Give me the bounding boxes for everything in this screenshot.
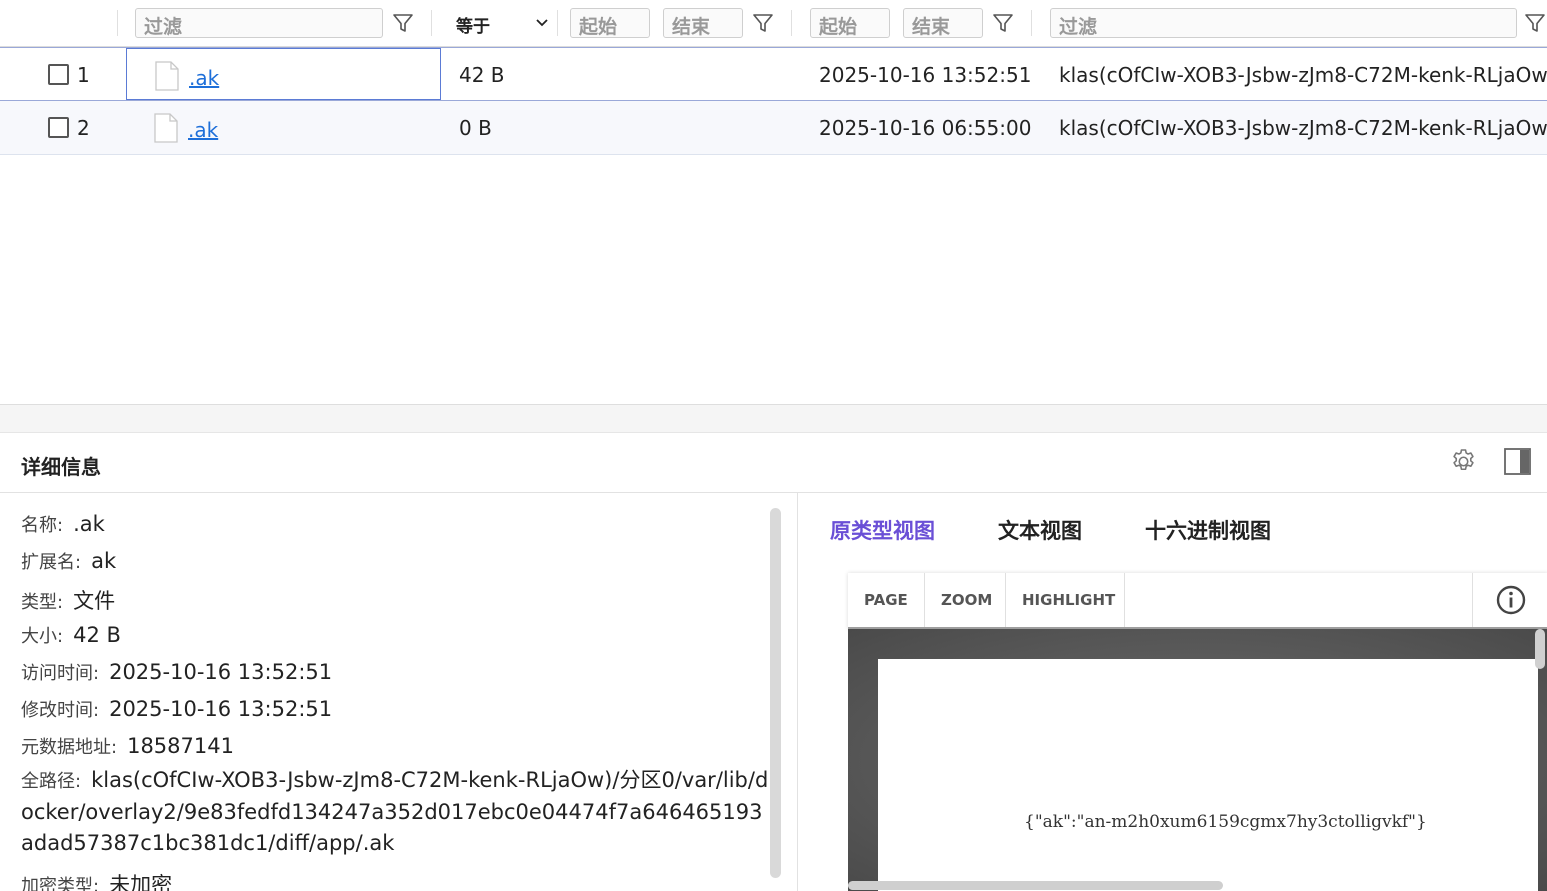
property-extension: 扩展名: ak bbox=[21, 548, 116, 574]
zoom-button[interactable]: ZOOM bbox=[925, 573, 1006, 627]
table-row[interactable]: 2 .ak 0 B 2025-10-16 06:55:00 klas(cOfCI… bbox=[0, 101, 1547, 155]
property-label: 修改时间: bbox=[21, 700, 100, 721]
tab-text-view[interactable]: 文本视图 bbox=[998, 515, 1082, 545]
highlight-button[interactable]: HIGHLIGHT bbox=[1006, 573, 1125, 627]
size-filter-icon[interactable] bbox=[751, 11, 775, 35]
viewer-toolbar: PAGE ZOOM HIGHLIGHT bbox=[848, 573, 1547, 629]
property-value: .ak bbox=[73, 512, 105, 536]
viewer-horizontal-scrollbar[interactable] bbox=[848, 881, 1223, 890]
row-number: 2 bbox=[77, 116, 90, 140]
property-type: 类型: 文件 bbox=[21, 585, 115, 615]
name-filter-placeholder: 过滤 bbox=[144, 16, 183, 38]
document-page: {"ak":"an-m2h0xum6159cgmx7hy3ctolligvkf"… bbox=[878, 659, 1538, 891]
property-label: 访问时间: bbox=[21, 663, 100, 684]
details-scrollbar[interactable] bbox=[770, 508, 781, 878]
property-label: 加密类型: bbox=[21, 876, 100, 891]
size-cell: 42 B bbox=[459, 63, 505, 87]
name-filter-input[interactable]: 过滤 bbox=[135, 8, 383, 38]
property-value: 2025-10-16 13:52:51 bbox=[109, 697, 333, 721]
filter-row: 过滤 等于 起始 结束 起始 结束 过滤 bbox=[0, 0, 1547, 47]
time-end-input[interactable]: 结束 bbox=[903, 8, 983, 38]
property-label: 名称: bbox=[21, 515, 64, 536]
size-start-placeholder: 起始 bbox=[579, 16, 618, 38]
file-name-link[interactable]: .ak bbox=[188, 118, 218, 142]
size-operator-value: 等于 bbox=[456, 17, 490, 37]
name-cell[interactable]: .ak bbox=[126, 48, 441, 100]
property-label: 类型: bbox=[21, 592, 64, 613]
property-value: 18587141 bbox=[127, 734, 234, 758]
property-label: 扩展名: bbox=[21, 552, 82, 573]
property-metadata-address: 元数据地址: 18587141 bbox=[21, 733, 234, 759]
column-separator bbox=[431, 10, 432, 36]
property-encryption: 加密类型: 未加密 bbox=[21, 869, 172, 891]
panel-toggle-icon[interactable] bbox=[1503, 447, 1532, 476]
size-cell: 0 B bbox=[459, 116, 492, 140]
file-icon bbox=[155, 61, 179, 91]
name-cell[interactable]: .ak bbox=[126, 101, 441, 153]
time-cell: 2025-10-16 13:52:51 bbox=[819, 63, 1032, 87]
time-end-placeholder: 结束 bbox=[912, 16, 951, 38]
file-icon bbox=[154, 113, 178, 143]
row-checkbox[interactable] bbox=[48, 64, 69, 85]
details-header: 详细信息 bbox=[0, 433, 1547, 493]
path-cell: klas(cOfCIw-XOB3-Jsbw-zJm8-C72M-kenk-RLj… bbox=[1059, 116, 1547, 140]
property-modify-time: 修改时间: 2025-10-16 13:52:51 bbox=[21, 696, 332, 722]
property-name: 名称: .ak bbox=[21, 511, 105, 537]
property-value: klas(cOfCIw-XOB3-Jsbw-zJm8-C72M-kenk-RLj… bbox=[21, 768, 769, 855]
page-button[interactable]: PAGE bbox=[848, 573, 925, 627]
chevron-down-icon bbox=[534, 14, 550, 30]
property-value: 文件 bbox=[73, 589, 116, 613]
document-viewer: PAGE ZOOM HIGHLIGHT {"ak":"an-m2h0xum615… bbox=[848, 573, 1547, 891]
size-end-input[interactable]: 结束 bbox=[663, 8, 743, 38]
column-separator bbox=[117, 10, 118, 36]
path-filter-icon[interactable] bbox=[1523, 11, 1547, 35]
size-end-placeholder: 结束 bbox=[672, 16, 711, 38]
property-value: ak bbox=[91, 549, 117, 573]
size-start-input[interactable]: 起始 bbox=[570, 8, 650, 38]
time-start-placeholder: 起始 bbox=[819, 16, 858, 38]
property-value: 42 B bbox=[73, 623, 121, 647]
column-separator bbox=[557, 10, 558, 36]
info-icon[interactable] bbox=[1472, 573, 1547, 627]
zoom-button-label: ZOOM bbox=[941, 591, 993, 609]
tab-hex-view[interactable]: 十六进制视图 bbox=[1145, 515, 1271, 545]
property-value: 2025-10-16 13:52:51 bbox=[109, 660, 333, 684]
document-text: {"ak":"an-m2h0xum6159cgmx7hy3ctolligvkf"… bbox=[1024, 812, 1427, 832]
panel-splitter[interactable] bbox=[0, 404, 1547, 433]
time-start-input[interactable]: 起始 bbox=[810, 8, 890, 38]
property-size: 大小: 42 B bbox=[21, 622, 121, 648]
row-checkbox[interactable] bbox=[48, 117, 69, 138]
size-operator-select[interactable]: 等于 bbox=[446, 8, 554, 38]
property-label: 全路径: bbox=[21, 771, 82, 792]
file-name-link[interactable]: .ak bbox=[189, 66, 219, 90]
path-cell: klas(cOfCIw-XOB3-Jsbw-zJm8-C72M-kenk-RLj… bbox=[1059, 63, 1547, 87]
property-label: 元数据地址: bbox=[21, 737, 118, 758]
details-title: 详细信息 bbox=[21, 455, 101, 479]
highlight-button-label: HIGHLIGHT bbox=[1022, 591, 1116, 609]
details-properties: 名称: .ak 扩展名: ak 类型: 文件 大小: 42 B 访问时间: 2025-10… bbox=[0, 493, 798, 891]
gear-icon[interactable] bbox=[1449, 447, 1478, 476]
table-row[interactable]: 1 .ak 42 B 2025-10-16 13:52:51 klas(cOfC… bbox=[0, 47, 1547, 101]
time-cell: 2025-10-16 06:55:00 bbox=[819, 116, 1032, 140]
name-filter-icon[interactable] bbox=[391, 11, 415, 35]
path-filter-input[interactable]: 过滤 bbox=[1050, 8, 1517, 38]
tab-native-view[interactable]: 原类型视图 bbox=[830, 515, 935, 545]
property-value: 未加密 bbox=[109, 873, 173, 891]
column-separator bbox=[791, 10, 792, 36]
preview-panel: 原类型视图 文本视图 十六进制视图 PAGE ZOOM HIGHLIGHT {"… bbox=[799, 493, 1547, 891]
viewer-vertical-scrollbar[interactable] bbox=[1535, 629, 1545, 669]
page-button-label: PAGE bbox=[864, 591, 908, 609]
path-filter-placeholder: 过滤 bbox=[1059, 16, 1098, 38]
property-full-path: 全路径: klas(cOfCIw-XOB3-Jsbw-zJm8-C72M-kenk… bbox=[21, 765, 771, 859]
property-label: 大小: bbox=[21, 626, 64, 647]
column-separator bbox=[1031, 10, 1032, 36]
property-access-time: 访问时间: 2025-10-16 13:52:51 bbox=[21, 659, 332, 685]
viewer-canvas[interactable]: {"ak":"an-m2h0xum6159cgmx7hy3ctolligvkf"… bbox=[848, 629, 1547, 891]
time-filter-icon[interactable] bbox=[991, 11, 1015, 35]
row-number: 1 bbox=[77, 63, 90, 87]
